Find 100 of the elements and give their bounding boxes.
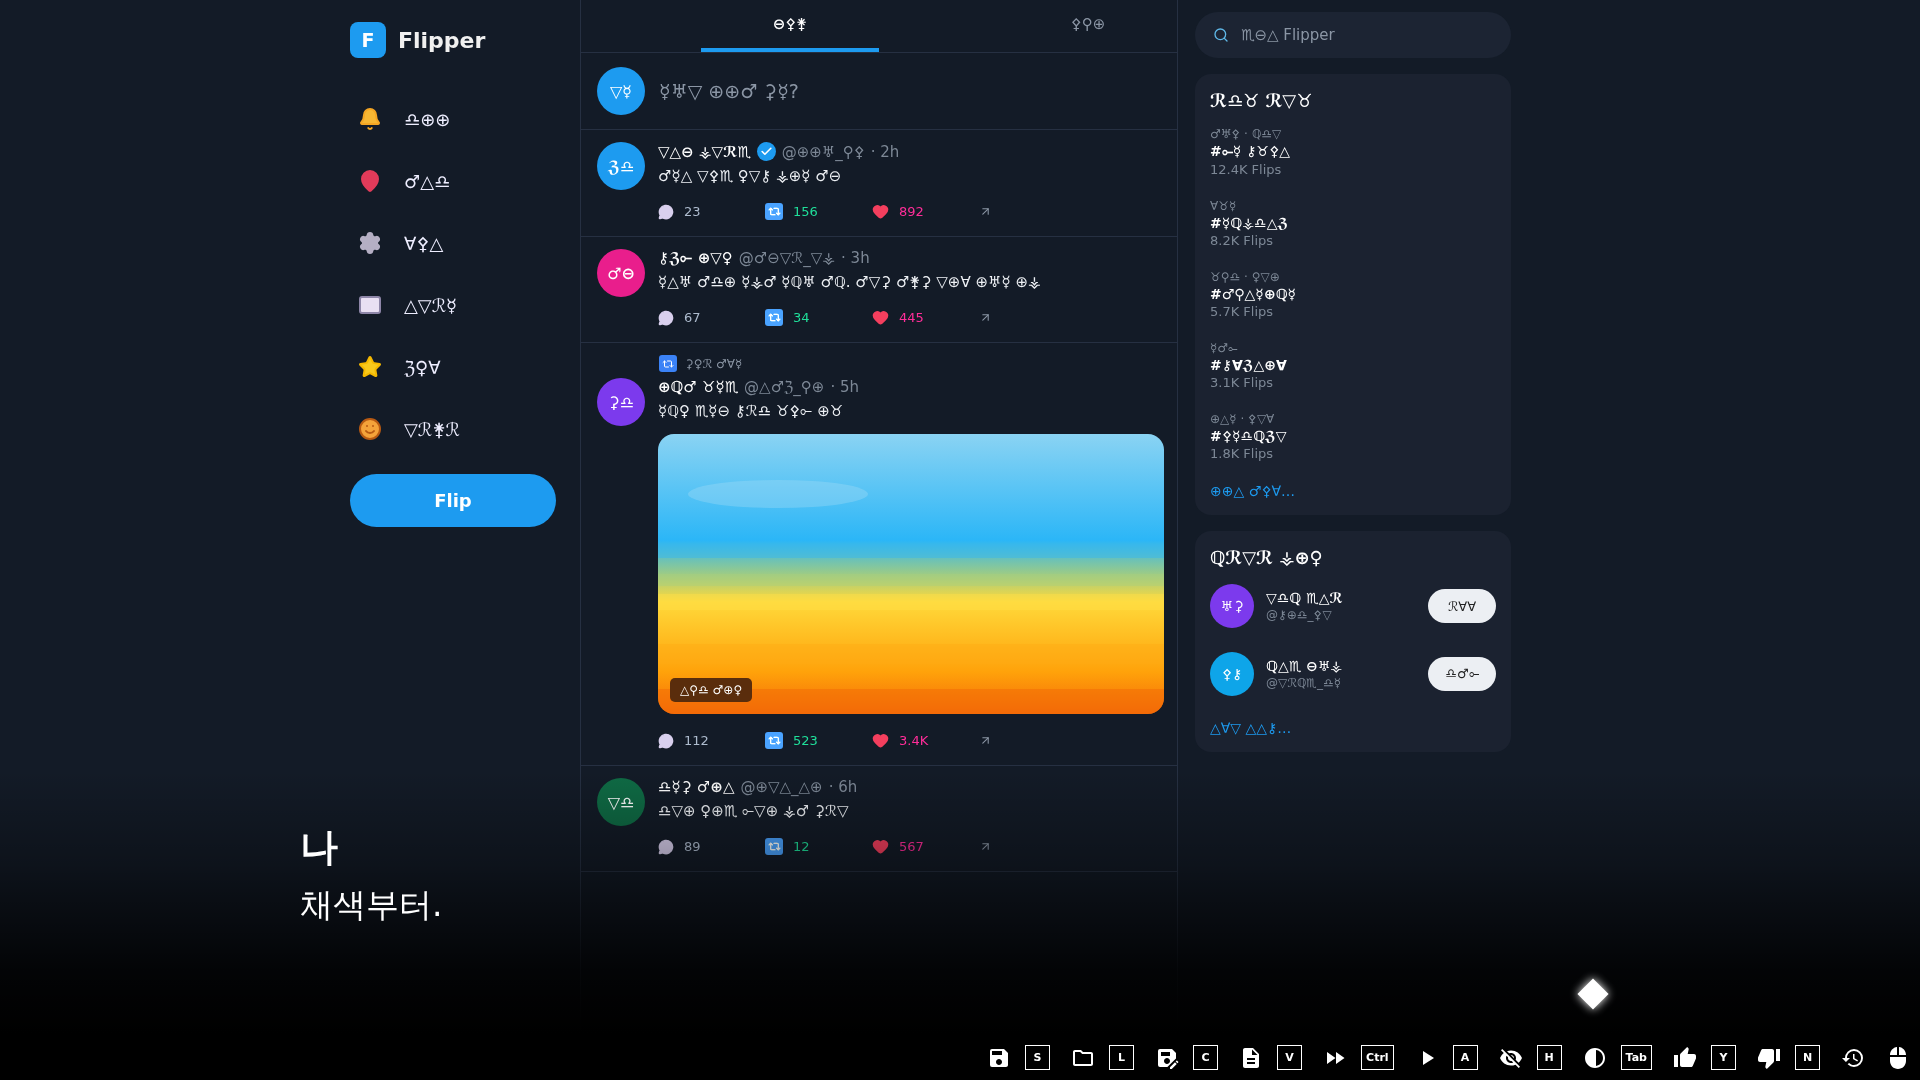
repost-icon [659, 355, 677, 372]
trend-category: ♉⚲♎ · ♀▽⊕ [1210, 270, 1281, 284]
share-icon[interactable] [979, 205, 992, 218]
trend-count: 12.4K Flips [1210, 162, 1283, 177]
author-handle: @△♂ℨ_⚲⊕ [744, 378, 825, 396]
key-hint: H [1536, 1045, 1562, 1070]
post-time: · 5h [830, 378, 859, 396]
repost-icon[interactable] [765, 732, 783, 749]
nav-item[interactable]: ♂△♎ [350, 150, 580, 212]
app-name: Flipper [398, 27, 486, 53]
key-hint: C [1193, 1045, 1219, 1070]
heart-icon[interactable] [872, 203, 889, 220]
contrast-icon[interactable] [1582, 1045, 1607, 1070]
key-hint: N [1795, 1045, 1820, 1070]
nav-item[interactable]: ▽ℛ⚵ℛ [350, 398, 580, 460]
trend-count: 8.2K Flips [1210, 233, 1275, 248]
show-more-link[interactable]: ⊕⊕△ ♂⚴∀… [1210, 483, 1496, 499]
post-text: ♎▽⊕ ♀⊕♏ ⟜▽⊕ ⚶♂ ⚳ℛ▽ [658, 802, 850, 820]
key-hint: L [1109, 1045, 1135, 1070]
comment-icon[interactable] [658, 732, 674, 749]
comment-icon[interactable] [658, 309, 674, 326]
comment-icon[interactable] [658, 203, 674, 220]
user-name: ℚ△♏ ⊖♅⚶ [1266, 658, 1344, 674]
key-hint: A [1452, 1045, 1478, 1070]
repost-count: 12 [793, 839, 810, 854]
logo-icon: F [350, 22, 386, 58]
key-hint: Ctrl [1361, 1045, 1394, 1070]
feed-tab[interactable]: ⊖⚴⚵ [701, 0, 879, 52]
share-icon[interactable] [979, 311, 992, 324]
post-time: · 2h [870, 142, 900, 161]
heart-icon[interactable] [872, 309, 889, 326]
like-count: 445 [899, 310, 924, 325]
repost-count: 156 [793, 204, 818, 219]
share-icon[interactable] [979, 734, 992, 747]
repost-icon[interactable] [765, 309, 783, 326]
nav-item[interactable]: ℨ♀∀ [350, 336, 580, 398]
post-text: ♂☿△ ▽⚴♏ ♀▽⚷ ⚶⊕☿ ♂⊖ [658, 167, 843, 185]
author-name: ♎☿⚳ ♂⊕△ [658, 778, 735, 796]
star-icon [358, 355, 382, 379]
follow-button[interactable]: ℛ∀∀ [1428, 589, 1496, 623]
reply-count: 67 [684, 310, 701, 325]
envelope-icon [358, 293, 382, 317]
reply-count: 89 [684, 839, 701, 854]
avatar[interactable]: ▽♎ [597, 778, 645, 826]
repost-icon[interactable] [765, 838, 783, 855]
post-time: · 6h [828, 778, 858, 796]
author-handle: @⊕▽△_△⊕ [740, 778, 823, 796]
dialogue-line: 채색부터. [300, 884, 443, 926]
key-hint: Y [1711, 1045, 1736, 1070]
trend-tag[interactable]: #☿ℚ⚶♎△ℨ [1210, 215, 1496, 231]
card-title: ℛ♎♉ ℛ▽♉ [1210, 90, 1314, 111]
trend-tag[interactable]: #⚷∀ℨ△⊕∀ [1210, 357, 1496, 373]
post-time: · 3h [841, 249, 870, 267]
author-handle: @♂⊖▽ℛ_▽⚶ [738, 249, 836, 267]
image-tag: △⚲♎ ♂⊕♀ [670, 678, 753, 702]
trend-category: ⊕△☿ · ⚴▽∀ [1210, 412, 1276, 426]
post-text: ☿△♅ ♂♎⊕ ☿⚶♂ ☿ℚ♅ ♂ℚ. ♂▽⚳ ♂⚵⚳ ▽⊕∀ ⊕♅☿ ⊕⚶ [658, 273, 1042, 291]
compose-field[interactable]: ☿♅▽ ⊕⊕♂ ⚳☿? [657, 79, 1161, 103]
feed-tab[interactable]: ⚴⚲⊕ [999, 0, 1177, 52]
heart-icon[interactable] [872, 732, 889, 749]
avatar: ▽☿ [597, 67, 645, 115]
trend-count: 5.7K Flips [1210, 304, 1275, 319]
user-handle: @⚷⊕♎_⚴▽ [1266, 608, 1333, 622]
nav-item[interactable]: ♎⊕⊕ [350, 88, 580, 150]
like-count: 892 [899, 204, 924, 219]
key-hint: Tab [1620, 1045, 1652, 1070]
heart-icon[interactable] [872, 838, 889, 855]
nav-item[interactable]: ∀⚴△ [350, 212, 580, 274]
card-title: ℚℛ▽ℛ ⚶⊕♀ [1210, 547, 1324, 568]
repost-label: ⚳♀ℛ ♂∀☿ [685, 356, 743, 371]
trend-count: 1.8K Flips [1210, 446, 1275, 461]
continue-icon[interactable] [1577, 978, 1609, 1010]
trend-tag[interactable]: #⚴☿♎ℚℨ▽ [1210, 428, 1496, 444]
speaker-name: 나 [300, 824, 339, 871]
follow-button[interactable]: ♎♂⟜ [1428, 657, 1496, 691]
show-more-link[interactable]: △∀▽ △△⚷… [1210, 720, 1496, 736]
avatar[interactable]: ♅⚳ [1210, 584, 1254, 628]
search-field[interactable]: ♏⊖△ Flipper [1195, 12, 1511, 58]
like-count: 3.4K [899, 733, 929, 748]
avatar[interactable]: ♂⊖ [597, 249, 645, 297]
trend-category: ∀♉☿ [1210, 199, 1238, 213]
nav-item[interactable]: △▽ℛ☿ [350, 274, 580, 336]
trend-category: ♂♅⚴ · ℚ♎▽ [1210, 127, 1283, 141]
settings-icon [358, 231, 382, 255]
reply-count: 23 [684, 204, 701, 219]
repost-count: 523 [793, 733, 818, 748]
author-name: ▽△⊖ ⚶▽ℛ♏ [658, 142, 751, 161]
reply-count: 112 [684, 733, 709, 748]
author-name: ⚷ℨ⟜ ⊕▽♀ [658, 249, 733, 267]
repost-icon[interactable] [765, 203, 783, 220]
post-text: ☿ℚ♀ ♏☿⊖ ⚷ℛ♎ ♉⚴⟜ ⊕♉ [658, 402, 845, 420]
share-icon[interactable] [979, 840, 992, 853]
comment-icon[interactable] [658, 838, 674, 855]
key-hint: V [1277, 1045, 1303, 1070]
avatar[interactable]: ⚳♎ [597, 378, 645, 426]
trend-tag[interactable]: #⟜☿ ⚷♉⚴△ [1210, 143, 1496, 160]
pin-icon [358, 169, 382, 193]
trend-category: ☿♂⟜ [1210, 341, 1240, 355]
thumbs-up-icon[interactable] [1673, 1045, 1697, 1070]
trend-tag[interactable]: #♂⚲△☿⊕ℚ☿ [1210, 286, 1496, 302]
